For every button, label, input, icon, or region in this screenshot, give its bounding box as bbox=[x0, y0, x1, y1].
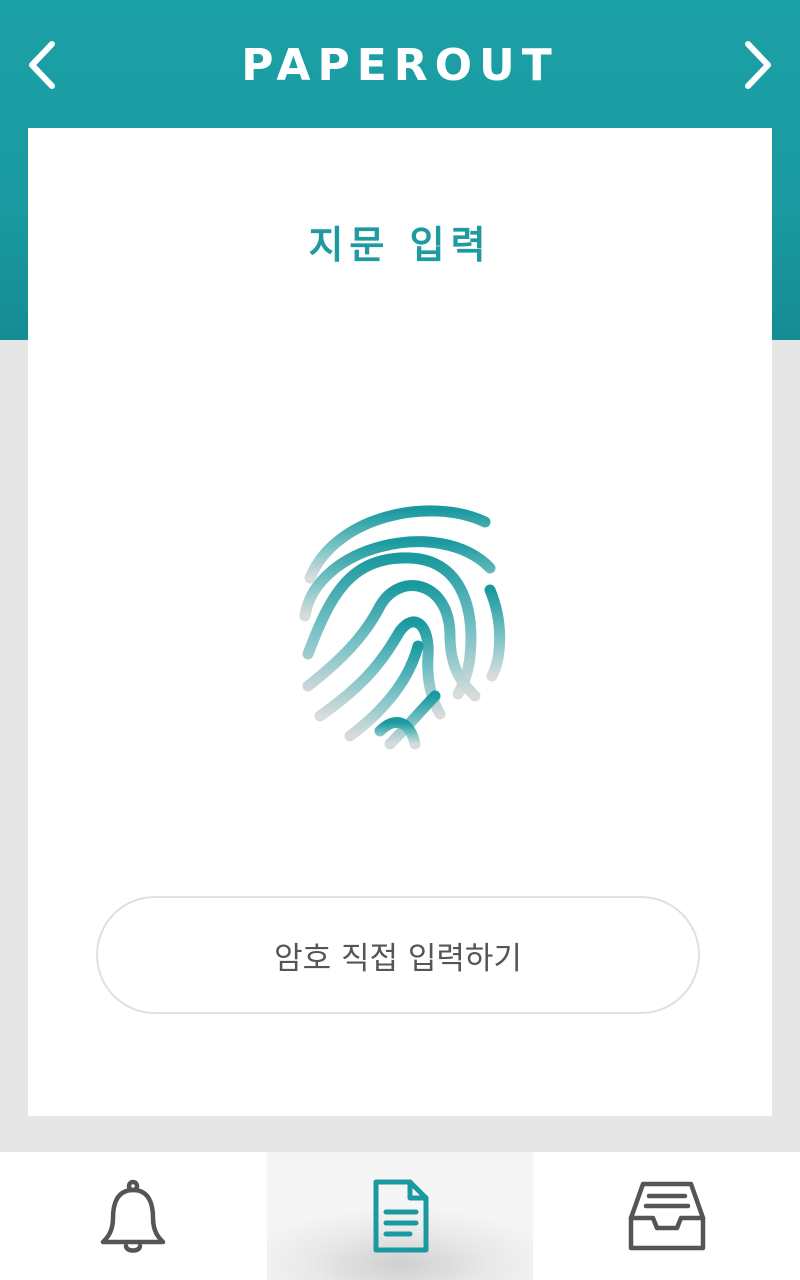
tab-documents[interactable] bbox=[266, 1152, 534, 1280]
tab-notifications[interactable] bbox=[0, 1152, 267, 1280]
password-input-button-label: 암호 직접 입력하기 bbox=[274, 940, 522, 977]
card-title: 지문 입력 bbox=[308, 223, 492, 267]
bottom-tab-bar bbox=[0, 1152, 800, 1280]
password-input-button[interactable]: 암호 직접 입력하기 bbox=[96, 896, 700, 1014]
tab-inbox[interactable] bbox=[533, 1152, 800, 1280]
document-icon bbox=[373, 1179, 429, 1253]
chevron-right-icon bbox=[745, 41, 771, 89]
bell-icon bbox=[101, 1179, 166, 1253]
fingerprint-card: 지문 입력 암호 직접 입력하기 bbox=[28, 128, 772, 1116]
app-title: PAPEROUT bbox=[241, 40, 559, 91]
inbox-tray-icon bbox=[628, 1181, 705, 1251]
forward-button[interactable] bbox=[728, 30, 788, 100]
fingerprint-icon[interactable] bbox=[290, 486, 510, 756]
